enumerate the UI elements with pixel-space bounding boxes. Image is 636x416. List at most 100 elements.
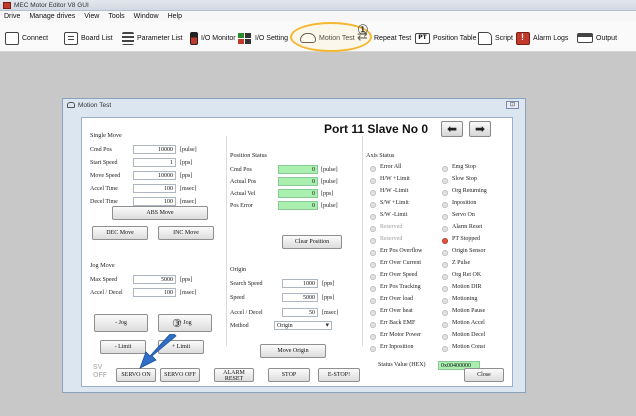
origin-title: Origin <box>230 266 247 273</box>
cmd-pos-label: Cmd Pos <box>90 146 112 153</box>
jog-minus-button[interactable]: - Jog <box>94 314 148 332</box>
script-icon <box>478 31 492 45</box>
inc-move-button[interactable]: INC Move <box>158 226 214 240</box>
clear-position-button[interactable]: Clear Position <box>282 235 342 249</box>
start-speed-label: Start Speed <box>90 159 118 166</box>
origin-speed-input[interactable]: 5000 <box>282 293 318 302</box>
origin-fields: Search Speed 1000 [pps] Speed 5000 [pps]… <box>226 278 351 336</box>
method-select[interactable]: Origin <box>274 321 332 330</box>
motion-test-panel: Port 11 Slave No 0 ⬅ ➡ Single Move Cmd P… <box>81 117 513 387</box>
cmd-pos-input[interactable]: 10000 <box>133 145 176 154</box>
origin-accel-decel-input[interactable]: 50 <box>282 308 318 317</box>
menu-manage-drives[interactable]: Manage drives <box>29 13 75 20</box>
window-close-button[interactable]: ⊡ <box>506 101 519 109</box>
status-indicator-icon <box>370 274 376 280</box>
status-indicator-icon <box>442 322 448 328</box>
status-indicator-icon <box>370 310 376 316</box>
board-list-button[interactable]: Board List <box>64 30 113 46</box>
menu-bar: Drive Manage drives View Tools Window He… <box>0 11 636 22</box>
output-label: Output <box>596 34 618 42</box>
dec-move-button[interactable]: DEC Move <box>92 226 148 240</box>
axis-status-title: Axis Status <box>366 152 395 159</box>
status-indicator-icon <box>442 310 448 316</box>
origin-accel-decel-label: Accel / Decel <box>230 309 263 316</box>
axis-status-label: Alarm Reset <box>452 224 483 230</box>
field-row: Start Speed 1 [pps] <box>86 157 221 168</box>
connect-button[interactable]: Connect <box>5 30 48 46</box>
status-indicator-icon <box>442 286 448 292</box>
position-table-button[interactable]: PT Position Table <box>415 30 476 46</box>
close-button[interactable]: Close <box>464 368 504 382</box>
jog-accel-decel-input[interactable]: 100 <box>133 288 176 297</box>
status-indicator-icon <box>442 262 448 268</box>
app-icon <box>3 1 11 9</box>
move-speed-label: Move Speed <box>90 172 121 179</box>
limit-plus-button[interactable]: + Limit <box>158 340 204 354</box>
status-indicator-icon <box>442 166 448 172</box>
alarm-logs-button[interactable]: Alarm Logs <box>516 30 568 46</box>
axis-status-label: S/W -Limit <box>380 212 408 218</box>
estop-button[interactable]: E-STOP! <box>318 368 360 382</box>
status-indicator-icon <box>442 214 448 220</box>
axis-status-label: S/W +Limit <box>380 200 409 206</box>
io-setting-button[interactable]: I/O Setting <box>238 30 288 46</box>
menu-window[interactable]: Window <box>134 13 159 20</box>
menu-tools[interactable]: Tools <box>108 13 124 20</box>
status-indicator-icon <box>442 226 448 232</box>
axis-status-label: Err Inposition <box>380 344 414 350</box>
io-monitor-button[interactable]: I/O Monitor <box>190 30 236 46</box>
status-indicator-icon <box>370 262 376 268</box>
field-row: Accel / Decel 50 [msec] <box>226 307 351 318</box>
alarm-reset-button[interactable]: ALARM RESET <box>214 368 254 382</box>
max-speed-input[interactable]: 5000 <box>133 275 176 284</box>
status-indicator-icon <box>370 238 376 244</box>
search-speed-input[interactable]: 1000 <box>282 279 318 288</box>
decel-time-input[interactable]: 100 <box>133 197 176 206</box>
move-origin-button[interactable]: Move Origin <box>260 344 326 358</box>
sv-text: SV <box>93 364 103 371</box>
field-row: Actual Pos 0 [pulse] <box>226 176 351 187</box>
axis-status-label: Error All <box>380 164 402 170</box>
status-indicator-icon <box>442 346 448 352</box>
prev-slave-button[interactable]: ⬅ <box>441 121 463 137</box>
motion-test-icon <box>300 33 316 43</box>
search-speed-unit: [pps] <box>322 280 335 287</box>
pos-error-value: 0 <box>278 201 318 210</box>
callout-one: ① <box>357 23 369 38</box>
stop-button[interactable]: STOP <box>268 368 310 382</box>
status-indicator-icon <box>370 214 376 220</box>
servo-off-button[interactable]: SERVO OFF <box>160 368 200 382</box>
limit-minus-button[interactable]: - Limit <box>100 340 146 354</box>
status-indicator-icon <box>370 166 376 172</box>
menu-help[interactable]: Help <box>168 13 182 20</box>
menu-view[interactable]: View <box>84 13 99 20</box>
position-table-icon: PT <box>415 32 430 44</box>
next-slave-button[interactable]: ➡ <box>469 121 491 137</box>
jog-plus-button[interactable]: + Jog <box>158 314 212 332</box>
motion-test-button[interactable]: Motion Test <box>300 30 355 46</box>
status-indicator-icon <box>442 190 448 196</box>
servo-on-button[interactable]: SERVO ON <box>116 368 156 382</box>
window-title-bar: Motion Test <box>63 99 525 111</box>
script-button[interactable]: Script <box>478 30 513 46</box>
status-indicator-icon <box>370 190 376 196</box>
field-row: Method Origin <box>226 320 351 331</box>
single-move-title: Single Move <box>90 132 122 139</box>
start-speed-input[interactable]: 1 <box>133 158 176 167</box>
parameter-list-button[interactable]: Parameter List <box>122 30 183 46</box>
status-indicator-icon <box>370 226 376 232</box>
status-value-label: Status Value (HEX) <box>378 362 426 368</box>
parameter-list-label: Parameter List <box>137 34 183 42</box>
move-speed-input[interactable]: 10000 <box>133 171 176 180</box>
axis-status-label: Org Ret OK <box>452 272 482 278</box>
axis-status-label: Err Over load <box>380 296 413 302</box>
jog-move-fields: Max Speed 5000 [pps] Accel / Decel 100 [… <box>86 274 221 304</box>
start-speed-unit: [pps] <box>180 159 193 166</box>
off-text: OFF <box>93 372 107 379</box>
output-button[interactable]: Output <box>577 30 617 46</box>
abs-move-button[interactable]: ABS Move <box>112 206 208 220</box>
accel-time-input[interactable]: 100 <box>133 184 176 193</box>
decel-time-label: Decel Time <box>90 198 118 205</box>
status-indicator-icon <box>370 322 376 328</box>
menu-drive[interactable]: Drive <box>4 13 20 20</box>
